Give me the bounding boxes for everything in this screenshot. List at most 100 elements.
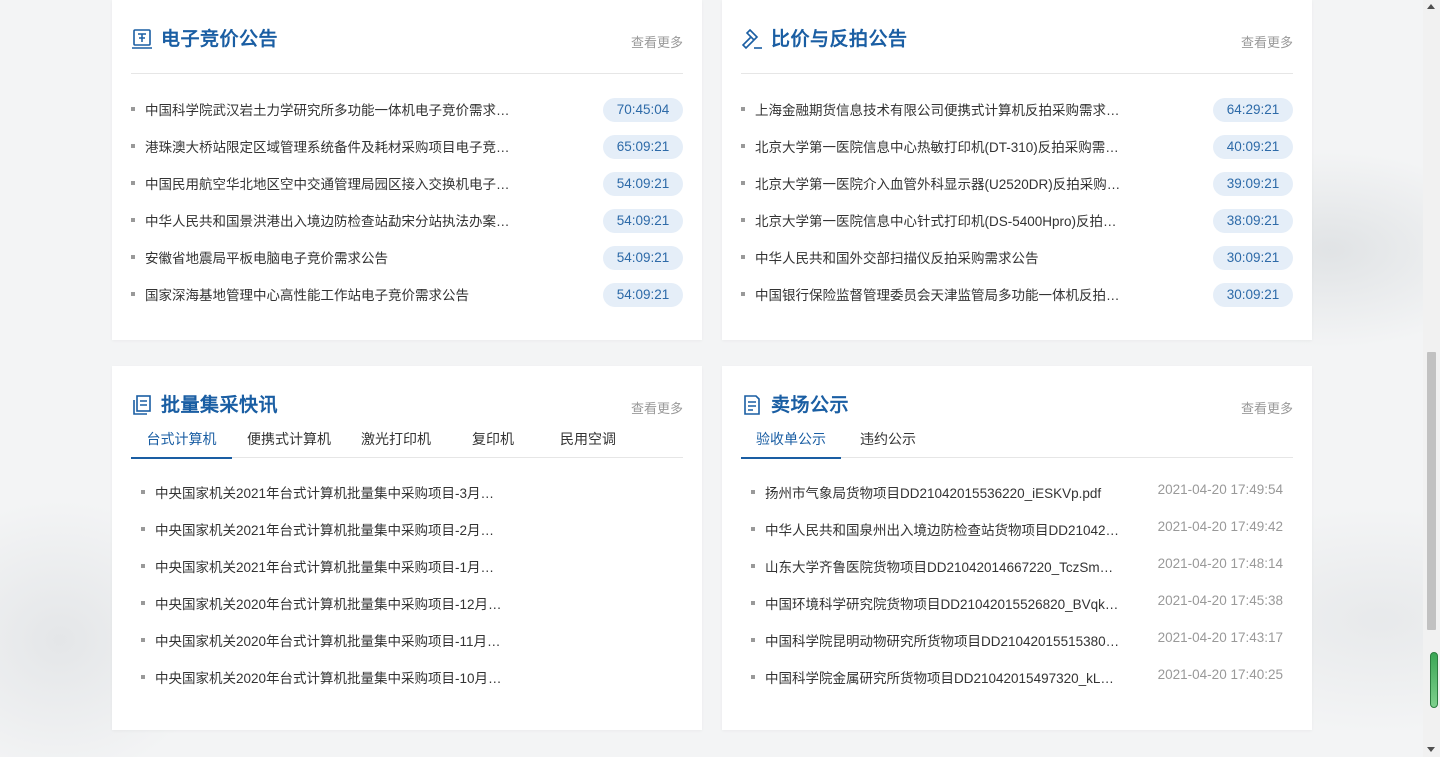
bullet [751, 675, 755, 679]
bullet [141, 638, 145, 642]
panel-title: 卖场公示 [771, 395, 850, 416]
countdown-badge: 39:09:21 [1213, 172, 1293, 196]
list-item: 北京大学第一医院信息中心热敏打印机(DT-310)反拍采购需求公告 40:09:2… [741, 128, 1293, 165]
market-notice-panel: 卖场公示 查看更多 验收单公示 违约公示 扬州市气象局货物项目DD2104201… [722, 366, 1312, 730]
vertical-scrollbar[interactable] [1423, 0, 1440, 757]
notice-link[interactable]: 中国科学院金属研究所货物项目DD21042015497320_kLmN.pdf [765, 667, 1121, 687]
notice-date: 2021-04-20 17:40:25 [1157, 667, 1283, 682]
bullet [741, 218, 745, 222]
document-edit-icon [744, 395, 760, 415]
notice-link[interactable]: 中国环境科学研究院货物项目DD21042015526820_BVqkLw.pdf [765, 593, 1121, 613]
panel-title: 批量集采快讯 [161, 395, 279, 416]
list-item: 中央国家机关2020年台式计算机批量集中采购项目-11月份采购结果公告 [131, 622, 683, 659]
notice-link[interactable]: 中华人民共和国景洪港出入境边防检查站勐宋分站执法办案设备电子竞价需求公告 [145, 210, 511, 230]
bullet [131, 107, 135, 111]
countdown-badge: 54:09:21 [603, 209, 683, 233]
notice-link[interactable]: 港珠澳大桥站限定区域管理系统备件及耗材采购项目电子竞价需求公告 [145, 136, 511, 156]
bullet [131, 144, 135, 148]
tab-laser-printer[interactable]: 激光打印机 [349, 428, 443, 458]
bullet [141, 564, 145, 568]
list-item: 中华人民共和国泉州出入境边防检查站货物项目DD21042015537010_aB… [741, 511, 1293, 548]
view-more-link[interactable]: 查看更多 [1241, 398, 1293, 417]
news-link[interactable]: 中央国家机关2020年台式计算机批量集中采购项目-12月份采购结果公告 [155, 593, 507, 613]
notice-list: 中国科学院武汉岩土力学研究所多功能一体机电子竞价需求公告 70:45:04 港珠澳… [131, 91, 683, 313]
news-list: 中央国家机关2021年台式计算机批量集中采购项目-3月份采购结果公告 中央国家机… [131, 474, 683, 696]
notice-date: 2021-04-20 17:43:17 [1157, 630, 1283, 645]
list-item: 上海金融期货信息技术有限公司便携式计算机反拍采购需求公告 64:29:21 [741, 91, 1293, 128]
list-item: 中国民用航空华北地区空中交通管理局园区接入交换机电子竞价需求公告 54:09:21 [131, 165, 683, 202]
documents-icon [133, 395, 151, 415]
notice-date: 2021-04-20 17:49:42 [1157, 519, 1283, 534]
list-item: 中央国家机关2021年台式计算机批量集中采购项目-2月份采购结果公告 [131, 511, 683, 548]
list-item: 中华人民共和国外交部扫描仪反拍采购需求公告 30:09:21 [741, 239, 1293, 276]
notice-date: 2021-04-20 17:48:14 [1157, 556, 1283, 571]
tab-breach-notice[interactable]: 违约公示 [845, 428, 931, 458]
tab-desktop-computer[interactable]: 台式计算机 [131, 428, 232, 459]
news-link[interactable]: 中央国家机关2021年台式计算机批量集中采购项目-1月份采购结果公告 [155, 556, 507, 576]
tab-copier[interactable]: 复印机 [457, 428, 529, 458]
news-link[interactable]: 中央国家机关2021年台式计算机批量集中采购项目-2月份采购结果公告 [155, 519, 507, 539]
notice-link[interactable]: 国家深海基地管理中心高性能工作站电子竞价需求公告 [145, 284, 511, 304]
scrollbar-thumb[interactable] [1427, 352, 1436, 630]
notice-link[interactable]: 北京大学第一医院介入血管外科显示器(U2520DR)反拍采购需求公告 [755, 173, 1121, 193]
list-item: 中国科学院金属研究所货物项目DD21042015497320_kLmN.pdf 2… [741, 659, 1293, 696]
news-link[interactable]: 中央国家机关2020年台式计算机批量集中采购项目-10月份采购结果公告 [155, 667, 507, 687]
news-link[interactable]: 中央国家机关2020年台式计算机批量集中采购项目-11月份采购结果公告 [155, 630, 507, 650]
notice-link[interactable]: 北京大学第一医院信息中心针式打印机(DS-5400Hpro)反拍采购需求公告 [755, 210, 1121, 230]
notice-link[interactable]: 中华人民共和国外交部扫描仪反拍采购需求公告 [755, 247, 1121, 267]
auction-notice-icon [132, 29, 152, 49]
bullet [741, 181, 745, 185]
bullet [131, 218, 135, 222]
bullet [751, 527, 755, 531]
list-item: 中华人民共和国景洪港出入境边防检查站勐宋分站执法办案设备电子竞价需求公告 54:0… [131, 202, 683, 239]
bulk-purchase-panel: 批量集采快讯 查看更多 台式计算机 便携式计算机 激光打印机 复印机 民用空调 … [112, 366, 702, 730]
list-item: 中央国家机关2021年台式计算机批量集中采购项目-1月份采购结果公告 [131, 548, 683, 585]
notice-list: 上海金融期货信息技术有限公司便携式计算机反拍采购需求公告 64:29:21 北京大… [741, 91, 1293, 313]
list-item: 中国科学院昆明动物研究所货物项目DD21042015515380_pQ.pdf 2… [741, 622, 1293, 659]
bullet [751, 564, 755, 568]
news-link[interactable]: 中央国家机关2021年台式计算机批量集中采购项目-3月份采购结果公告 [155, 482, 507, 502]
tab-acceptance-notice[interactable]: 验收单公示 [741, 428, 841, 459]
bullet [741, 144, 745, 148]
scroll-down-icon[interactable] [1427, 747, 1435, 752]
bullet [141, 527, 145, 531]
scroll-up-icon[interactable] [1427, 4, 1435, 9]
bullet [141, 601, 145, 605]
panel-title: 比价与反拍公告 [771, 29, 908, 50]
notice-link[interactable]: 中国科学院武汉岩土力学研究所多功能一体机电子竞价需求公告 [145, 99, 511, 119]
panel-header: 比价与反拍公告 查看更多 [741, 26, 1293, 56]
tab-air-conditioner[interactable]: 民用空调 [551, 428, 625, 458]
notice-link[interactable]: 中华人民共和国泉州出入境边防检查站货物项目DD21042015537010_aB… [765, 519, 1121, 539]
bullet [141, 490, 145, 494]
notice-link[interactable]: 中国民用航空华北地区空中交通管理局园区接入交换机电子竞价需求公告 [145, 173, 511, 193]
bullet [131, 255, 135, 259]
bullet [751, 638, 755, 642]
view-more-link[interactable]: 查看更多 [631, 398, 683, 417]
panel-header: 卖场公示 查看更多 [741, 392, 1293, 422]
countdown-badge: 70:45:04 [603, 98, 683, 122]
list-item: 中央国家机关2021年台式计算机批量集中采购项目-3月份采购结果公告 [131, 474, 683, 511]
notice-link[interactable]: 上海金融期货信息技术有限公司便携式计算机反拍采购需求公告 [755, 99, 1121, 119]
tab-laptop[interactable]: 便携式计算机 [235, 428, 343, 458]
list-item: 北京大学第一医院信息中心针式打印机(DS-5400Hpro)反拍采购需求公告 38… [741, 202, 1293, 239]
countdown-badge: 65:09:21 [603, 135, 683, 159]
countdown-badge: 54:09:21 [603, 172, 683, 196]
countdown-badge: 38:09:21 [1213, 209, 1293, 233]
list-item: 中国环境科学研究院货物项目DD21042015526820_BVqkLw.pdf… [741, 585, 1293, 622]
notice-link[interactable]: 中国银行保险监督管理委员会天津监管局多功能一体机反拍采购需求公告 [755, 284, 1121, 304]
notice-link[interactable]: 中国科学院昆明动物研究所货物项目DD21042015515380_pQ.pdf [765, 630, 1121, 650]
list-item: 国家深海基地管理中心高性能工作站电子竞价需求公告 54:09:21 [131, 276, 683, 313]
bullet [751, 601, 755, 605]
reverse-auction-panel: 比价与反拍公告 查看更多 上海金融期货信息技术有限公司便携式计算机反拍采购需求公… [722, 0, 1312, 340]
notice-link[interactable]: 北京大学第一医院信息中心热敏打印机(DT-310)反拍采购需求公告 [755, 136, 1121, 156]
view-more-link[interactable]: 查看更多 [1241, 32, 1293, 51]
bullet [741, 292, 745, 296]
notice-link[interactable]: 扬州市气象局货物项目DD21042015536220_iESKVp.pdf [765, 482, 1121, 502]
view-more-link[interactable]: 查看更多 [631, 32, 683, 51]
notice-link[interactable]: 山东大学齐鲁医院货物项目DD21042014667220_TczSmA.pdf [765, 556, 1121, 576]
notice-date: 2021-04-20 17:49:54 [1157, 482, 1283, 497]
bullet [141, 675, 145, 679]
countdown-badge: 40:09:21 [1213, 135, 1293, 159]
bullet [131, 292, 135, 296]
notice-link[interactable]: 安徽省地震局平板电脑电子竞价需求公告 [145, 247, 511, 267]
